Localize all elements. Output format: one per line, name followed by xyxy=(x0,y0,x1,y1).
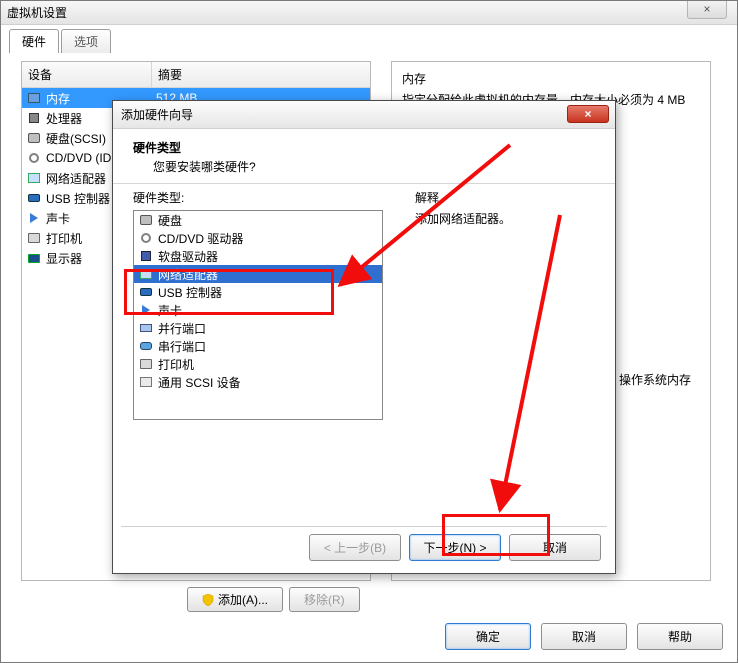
hardware-type-item[interactable]: 打印机 xyxy=(134,355,382,373)
hdd-icon xyxy=(26,131,42,145)
hardware-type-item[interactable]: CD/DVD 驱动器 xyxy=(134,229,382,247)
hardware-type-label-text: 打印机 xyxy=(158,356,194,373)
wizard-cancel-button[interactable]: 取消 xyxy=(509,534,601,561)
hardware-type-label-text: 串行端口 xyxy=(158,338,206,355)
device-list-header: 设备 摘要 xyxy=(22,62,370,88)
col-device: 设备 xyxy=(22,62,152,87)
wizard-footer: < 上一步(B) 下一步(N) > 取消 xyxy=(309,534,601,561)
wizard-header-subtitle: 您要安装哪类硬件? xyxy=(153,158,595,175)
vm-settings-footer: 确定 取消 帮助 xyxy=(445,623,723,650)
memory-title: 内存 xyxy=(402,70,700,87)
vm-settings-title: 虚拟机设置 xyxy=(1,1,737,25)
remove-hardware-label: 移除(R) xyxy=(304,591,345,608)
add-hardware-label: 添加(A)... xyxy=(218,591,268,608)
hardware-type-list[interactable]: 硬盘CD/DVD 驱动器软盘驱动器网络适配器USB 控制器声卡并行端口串行端口打… xyxy=(133,210,383,420)
col-summary: 摘要 xyxy=(152,62,370,87)
prn-icon xyxy=(26,231,42,245)
ser-icon xyxy=(138,339,154,353)
shield-icon xyxy=(202,594,214,606)
vm-settings-tabs: 硬件 选项 xyxy=(9,29,113,53)
net-icon xyxy=(138,267,154,281)
hardware-type-item[interactable]: USB 控制器 xyxy=(134,283,382,301)
hardware-type-item[interactable]: 并行端口 xyxy=(134,319,382,337)
hardware-type-label-text: USB 控制器 xyxy=(158,284,222,301)
cd-icon xyxy=(26,151,42,165)
hdd-icon xyxy=(138,213,154,227)
tab-hardware[interactable]: 硬件 xyxy=(9,29,59,53)
wizard-close-button[interactable]: × xyxy=(567,105,609,123)
explanation-panel: 解释 添加网络适配器。 xyxy=(415,189,511,227)
ok-button[interactable]: 确定 xyxy=(445,623,531,650)
net-icon xyxy=(26,171,42,185)
tab-options[interactable]: 选项 xyxy=(61,29,111,53)
prn-icon xyxy=(138,357,154,371)
chip-icon xyxy=(26,91,42,105)
hardware-type-label-text: 并行端口 xyxy=(158,320,206,337)
explanation-desc: 添加网络适配器。 xyxy=(415,210,511,227)
snd-icon xyxy=(138,303,154,317)
floppy-icon xyxy=(138,249,154,263)
wizard-separator xyxy=(121,526,607,527)
wizard-header: 硬件类型 您要安装哪类硬件? xyxy=(113,129,615,184)
mon-icon xyxy=(26,251,42,265)
cd-icon xyxy=(138,231,154,245)
scsi-icon xyxy=(138,375,154,389)
remove-hardware-button[interactable]: 移除(R) xyxy=(289,587,360,612)
hardware-type-label-text: 网络适配器 xyxy=(158,266,218,283)
wizard-header-title: 硬件类型 xyxy=(133,139,595,156)
hardware-type-label-text: 通用 SCSI 设备 xyxy=(158,374,241,391)
cancel-button[interactable]: 取消 xyxy=(541,623,627,650)
usb-icon xyxy=(138,285,154,299)
hardware-type-item[interactable]: 软盘驱动器 xyxy=(134,247,382,265)
device-buttons: 添加(A)... 移除(R) xyxy=(187,587,360,612)
hardware-type-label-text: 软盘驱动器 xyxy=(158,248,218,265)
hardware-type-label-text: 硬盘 xyxy=(158,212,182,229)
hardware-type-item[interactable]: 通用 SCSI 设备 xyxy=(134,373,382,391)
hardware-type-label-text: 声卡 xyxy=(158,302,182,319)
hardware-type-label: 硬件类型: xyxy=(133,189,595,206)
next-button[interactable]: 下一步(N) > xyxy=(409,534,501,561)
par-icon xyxy=(138,321,154,335)
hardware-type-item[interactable]: 声卡 xyxy=(134,301,382,319)
back-button[interactable]: < 上一步(B) xyxy=(309,534,401,561)
snd-icon xyxy=(26,211,42,225)
hardware-type-item[interactable]: 硬盘 xyxy=(134,211,382,229)
os-memory-note: 操作系统内存 xyxy=(619,371,719,388)
wizard-body: 硬件类型: 硬盘CD/DVD 驱动器软盘驱动器网络适配器USB 控制器声卡并行端… xyxy=(113,179,615,525)
explanation-title: 解释 xyxy=(415,189,511,206)
add-hardware-button[interactable]: 添加(A)... xyxy=(187,587,283,612)
add-hardware-wizard: 添加硬件向导 × 硬件类型 您要安装哪类硬件? 硬件类型: 硬盘CD/DVD 驱… xyxy=(112,100,616,574)
hardware-type-item[interactable]: 串行端口 xyxy=(134,337,382,355)
hardware-type-label-text: CD/DVD 驱动器 xyxy=(158,230,243,247)
cpu-icon xyxy=(26,111,42,125)
wizard-title: 添加硬件向导 xyxy=(113,101,615,129)
help-button[interactable]: 帮助 xyxy=(637,623,723,650)
usb-icon xyxy=(26,191,42,205)
vm-settings-close-button[interactable]: × xyxy=(687,1,727,19)
hardware-type-item[interactable]: 网络适配器 xyxy=(134,265,382,283)
